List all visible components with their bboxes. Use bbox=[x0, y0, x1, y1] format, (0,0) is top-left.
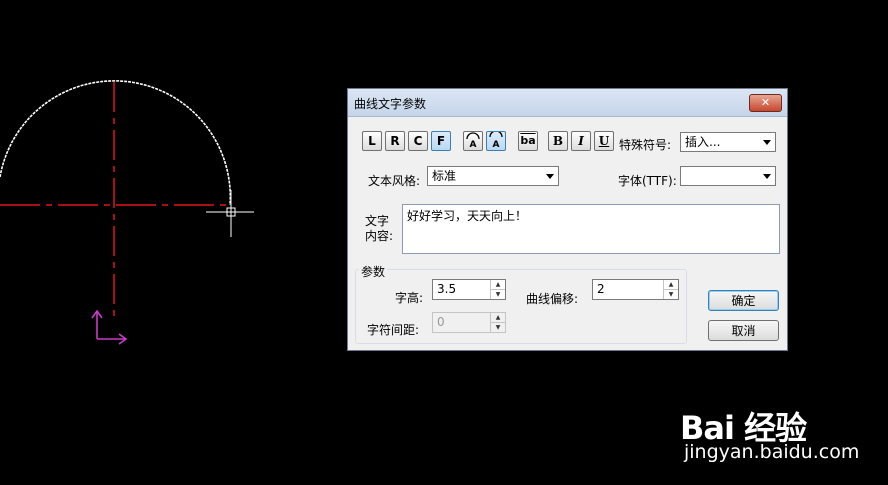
align-left-button[interactable]: L bbox=[362, 131, 382, 151]
text-inside-arc-button[interactable]: A bbox=[486, 130, 506, 151]
spin-down-icon: ▼ bbox=[495, 324, 501, 331]
text-style-value: 标准 bbox=[432, 169, 457, 183]
char-spacing-value: 0 bbox=[437, 315, 445, 329]
curve-offset-label: 曲线偏移: bbox=[526, 292, 579, 306]
reverse-text-icon: ba bbox=[520, 134, 536, 147]
curve-offset-spin-buttons[interactable]: ▲ ▼ bbox=[663, 280, 678, 299]
spin-up-icon: ▲ bbox=[491, 313, 505, 323]
text-outside-arc-button[interactable]: A bbox=[463, 131, 483, 151]
watermark-url: jingyan.baidu.com bbox=[684, 441, 860, 463]
curve-text-params-dialog: 曲线文字参数 ✕ L R C F A A ba B I U 特殊符号: 插入..… bbox=[347, 88, 788, 351]
chevron-down-icon bbox=[546, 174, 554, 179]
text-content-label-line2: 内容: bbox=[365, 229, 394, 243]
spin-down-icon[interactable]: ▼ bbox=[664, 290, 678, 299]
char-spacing-spin-buttons: ▲ ▼ bbox=[490, 313, 505, 332]
char-spacing-spinner: 0 ▲ ▼ bbox=[432, 312, 506, 333]
special-symbol-value: 插入... bbox=[685, 135, 721, 149]
spin-up-icon[interactable]: ▲ bbox=[491, 280, 505, 290]
text-content-input[interactable]: 好好学习，天天向上！ bbox=[402, 204, 780, 254]
cancel-button[interactable]: 取消 bbox=[708, 320, 779, 341]
special-symbol-dropdown[interactable]: 插入... bbox=[680, 132, 776, 152]
chevron-down-icon bbox=[763, 140, 771, 145]
font-ttf-dropdown[interactable] bbox=[680, 166, 776, 186]
svg-text:A: A bbox=[493, 140, 500, 150]
text-inside-arc-icon: A bbox=[489, 130, 503, 150]
bold-button[interactable]: B bbox=[548, 131, 568, 151]
ok-button[interactable]: 确定 bbox=[708, 290, 779, 311]
underline-button[interactable]: U bbox=[594, 131, 614, 151]
char-height-spin-buttons[interactable]: ▲ ▼ bbox=[490, 280, 505, 299]
svg-text:A: A bbox=[470, 140, 477, 150]
char-height-value: 3.5 bbox=[437, 282, 457, 296]
params-group-label: 参数 bbox=[359, 263, 388, 280]
align-right-button[interactable]: R bbox=[385, 131, 405, 151]
dialog-title: 曲线文字参数 bbox=[354, 97, 427, 111]
close-button[interactable]: ✕ bbox=[749, 94, 782, 112]
align-fit-button[interactable]: F bbox=[431, 131, 451, 151]
dialog-titlebar[interactable]: 曲线文字参数 ✕ bbox=[348, 89, 787, 117]
char-spacing-label: 字符间距: bbox=[367, 323, 420, 337]
special-symbol-label: 特殊符号: bbox=[619, 138, 672, 152]
italic-button[interactable]: I bbox=[571, 131, 591, 151]
text-style-label: 文本风格: bbox=[368, 174, 421, 188]
char-height-label: 字高: bbox=[395, 291, 424, 305]
align-center-button[interactable]: C bbox=[408, 131, 428, 151]
char-height-spinner[interactable]: 3.5 ▲ ▼ bbox=[432, 279, 506, 300]
spin-down-icon[interactable]: ▼ bbox=[491, 290, 505, 299]
spin-up-icon[interactable]: ▲ bbox=[664, 280, 678, 290]
text-outside-arc-icon: A bbox=[466, 132, 480, 150]
curve-offset-value: 2 bbox=[597, 282, 605, 296]
chevron-down-icon bbox=[763, 174, 771, 179]
reverse-text-button[interactable]: ba bbox=[518, 131, 538, 151]
ucs-icon bbox=[91, 309, 128, 345]
curve-offset-spinner[interactable]: 2 ▲ ▼ bbox=[592, 279, 679, 300]
font-ttf-label: 字体(TTF): bbox=[618, 174, 677, 188]
arc-curve bbox=[0, 80, 232, 206]
close-icon: ✕ bbox=[760, 96, 771, 109]
text-style-dropdown[interactable]: 标准 bbox=[427, 166, 559, 186]
